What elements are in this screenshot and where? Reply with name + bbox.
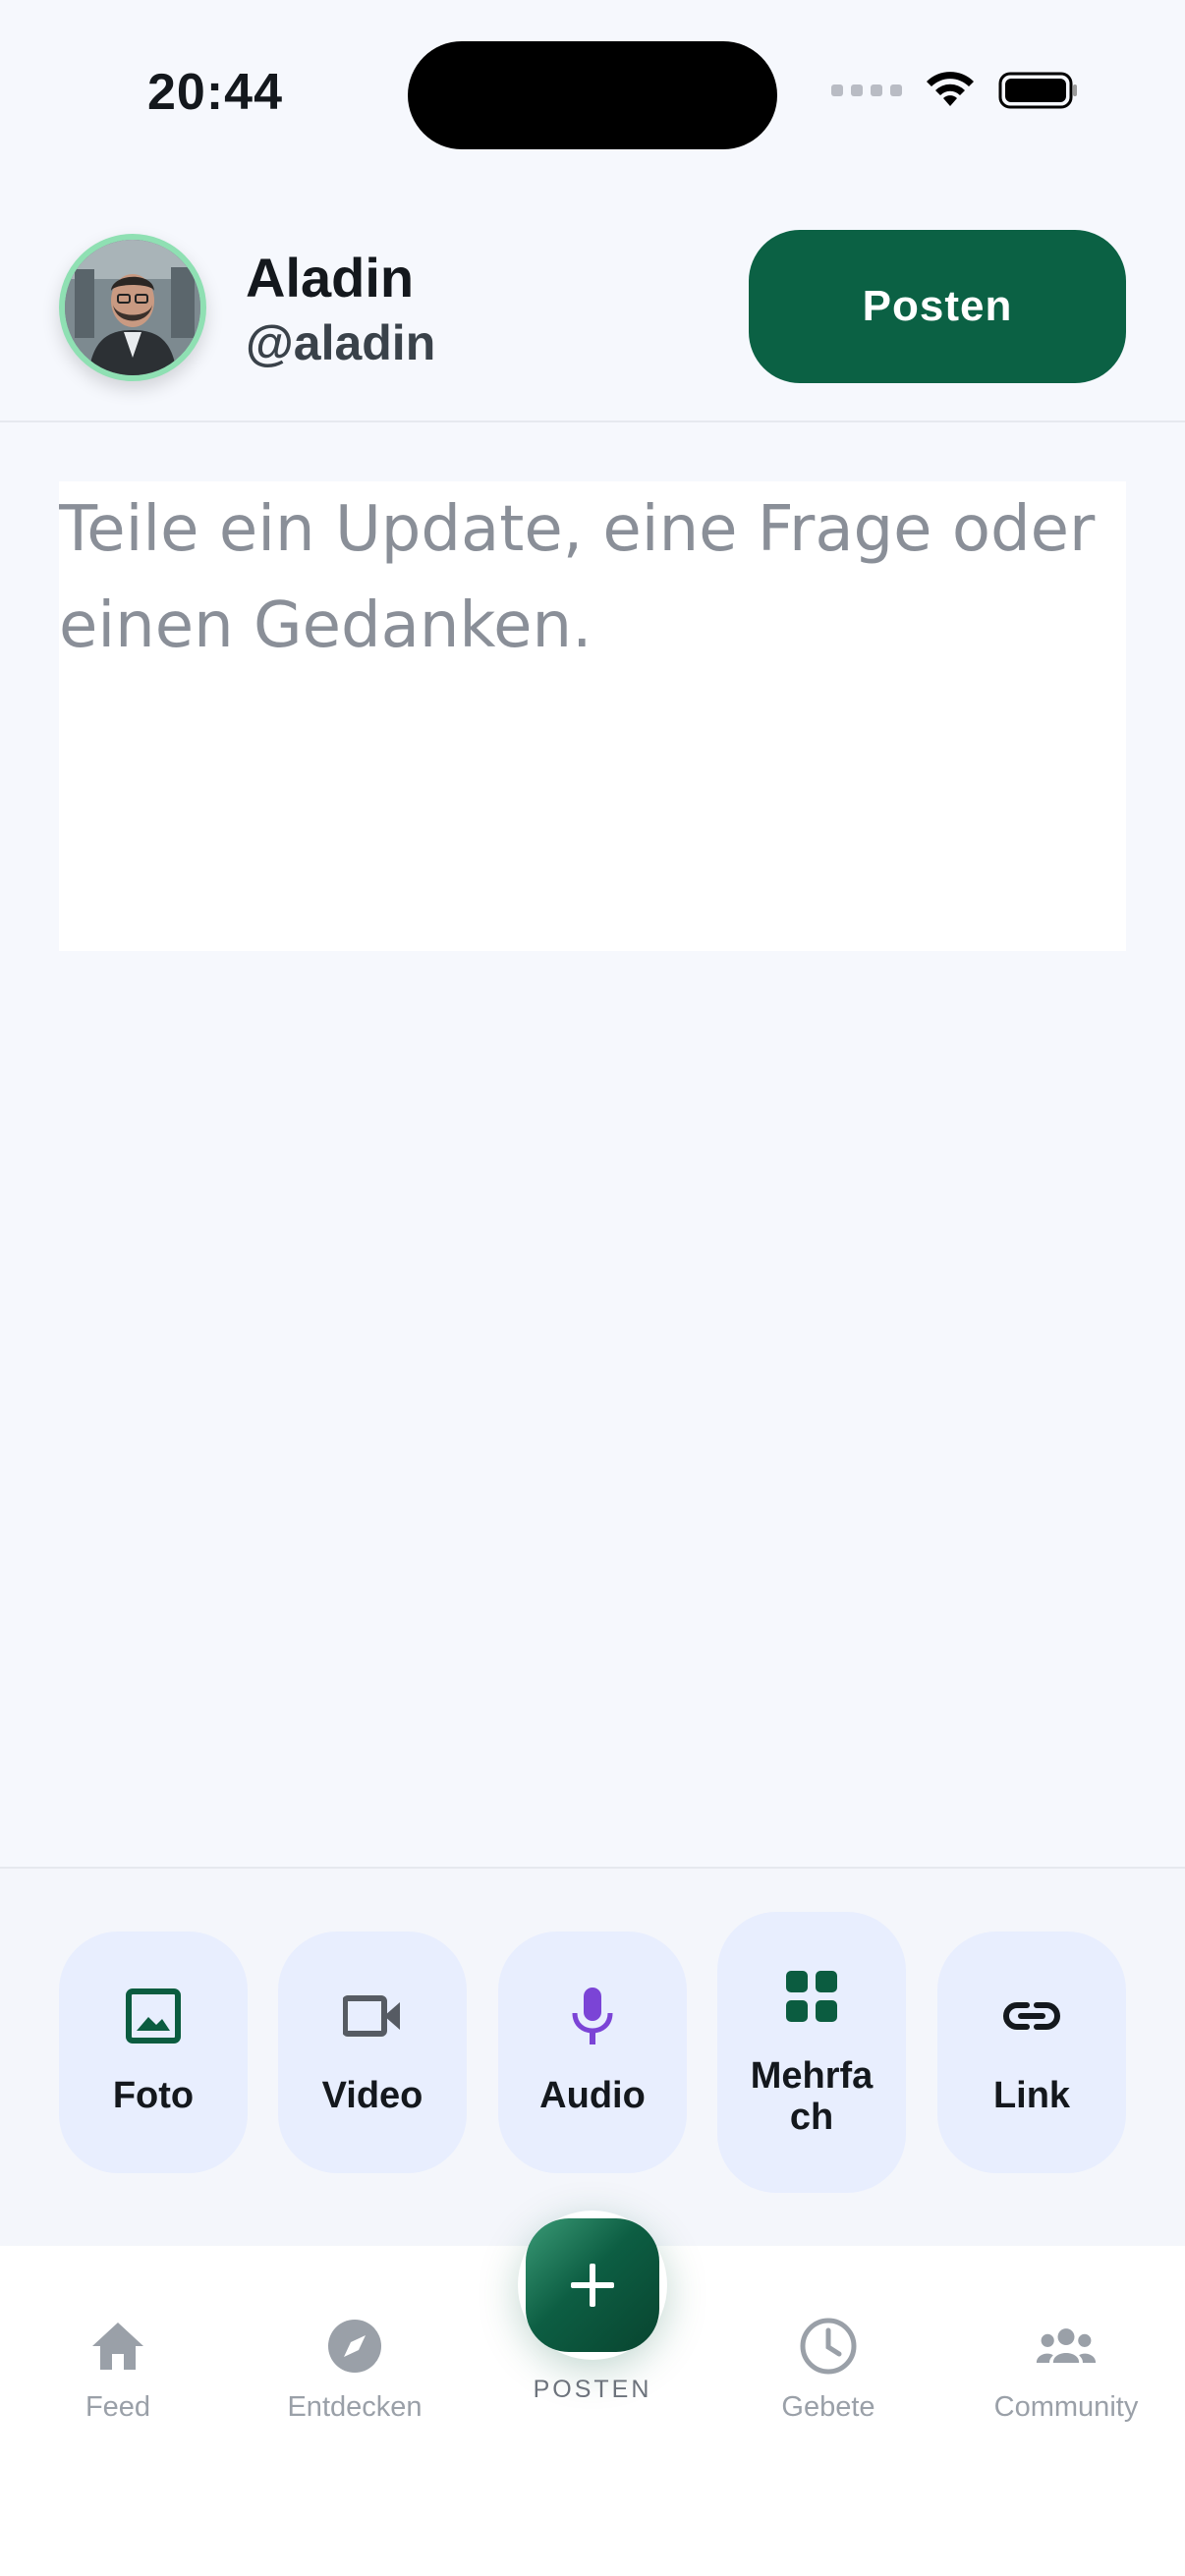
nav-item-discover[interactable]: Entdecken <box>256 2315 453 2424</box>
user-handle: @aladin <box>246 315 436 370</box>
composer-area <box>59 481 1126 951</box>
cellular-signal-icon <box>831 84 902 96</box>
attach-audio-label: Audio <box>539 2075 646 2116</box>
attach-audio-button[interactable]: Audio <box>498 1932 687 2173</box>
home-icon <box>86 2315 149 2378</box>
attach-multiple-button[interactable]: Mehrfach <box>717 1912 906 2193</box>
fab-body <box>526 2218 659 2352</box>
status-indicators <box>831 71 1079 110</box>
nav-label-feed: Feed <box>85 2391 151 2423</box>
nav-item-feed[interactable]: Feed <box>20 2315 216 2424</box>
attach-multiple-label: Mehrfach <box>750 2055 874 2138</box>
attachment-bar: Foto Video Audio Mehrfach Link <box>0 1867 1185 2248</box>
attach-link-label: Link <box>992 2075 1071 2116</box>
attach-video-button[interactable]: Video <box>278 1932 467 2173</box>
link-icon <box>998 1983 1065 2049</box>
dynamic-island <box>408 41 777 149</box>
nav-label-post: POSTEN <box>533 2376 652 2403</box>
attach-photo-label: Foto <box>112 2075 195 2116</box>
composer-header: Aladin @aladin Posten <box>0 206 1185 422</box>
attach-link-button[interactable]: Link <box>937 1932 1126 2173</box>
avatar[interactable] <box>59 234 206 381</box>
post-button[interactable]: Posten <box>749 230 1126 383</box>
user-name: Aladin <box>246 247 415 308</box>
nav-label-community: Community <box>993 2391 1139 2423</box>
attach-video-label: Video <box>321 2075 423 2116</box>
attach-photo-button[interactable]: Foto <box>59 1932 248 2173</box>
avatar-photo <box>65 240 200 375</box>
plus-icon <box>571 2264 614 2307</box>
nav-label-prayers: Gebete <box>781 2391 875 2423</box>
nav-label-discover: Entdecken <box>287 2391 423 2423</box>
battery-icon <box>998 72 1077 109</box>
compass-icon <box>323 2315 386 2378</box>
microphone-icon <box>559 1983 626 2049</box>
people-icon <box>1035 2315 1098 2378</box>
grid-icon <box>778 1963 845 2030</box>
image-icon <box>120 1983 187 2049</box>
post-fab-button[interactable] <box>518 2211 667 2360</box>
nav-item-prayers[interactable]: Gebete <box>730 2315 927 2424</box>
video-camera-icon <box>339 1983 406 2049</box>
status-time: 20:44 <box>147 64 283 121</box>
post-text-input[interactable] <box>59 481 1126 951</box>
wifi-icon <box>927 72 974 106</box>
nav-item-community[interactable]: Community <box>968 2315 1164 2424</box>
clock-icon <box>797 2315 860 2378</box>
